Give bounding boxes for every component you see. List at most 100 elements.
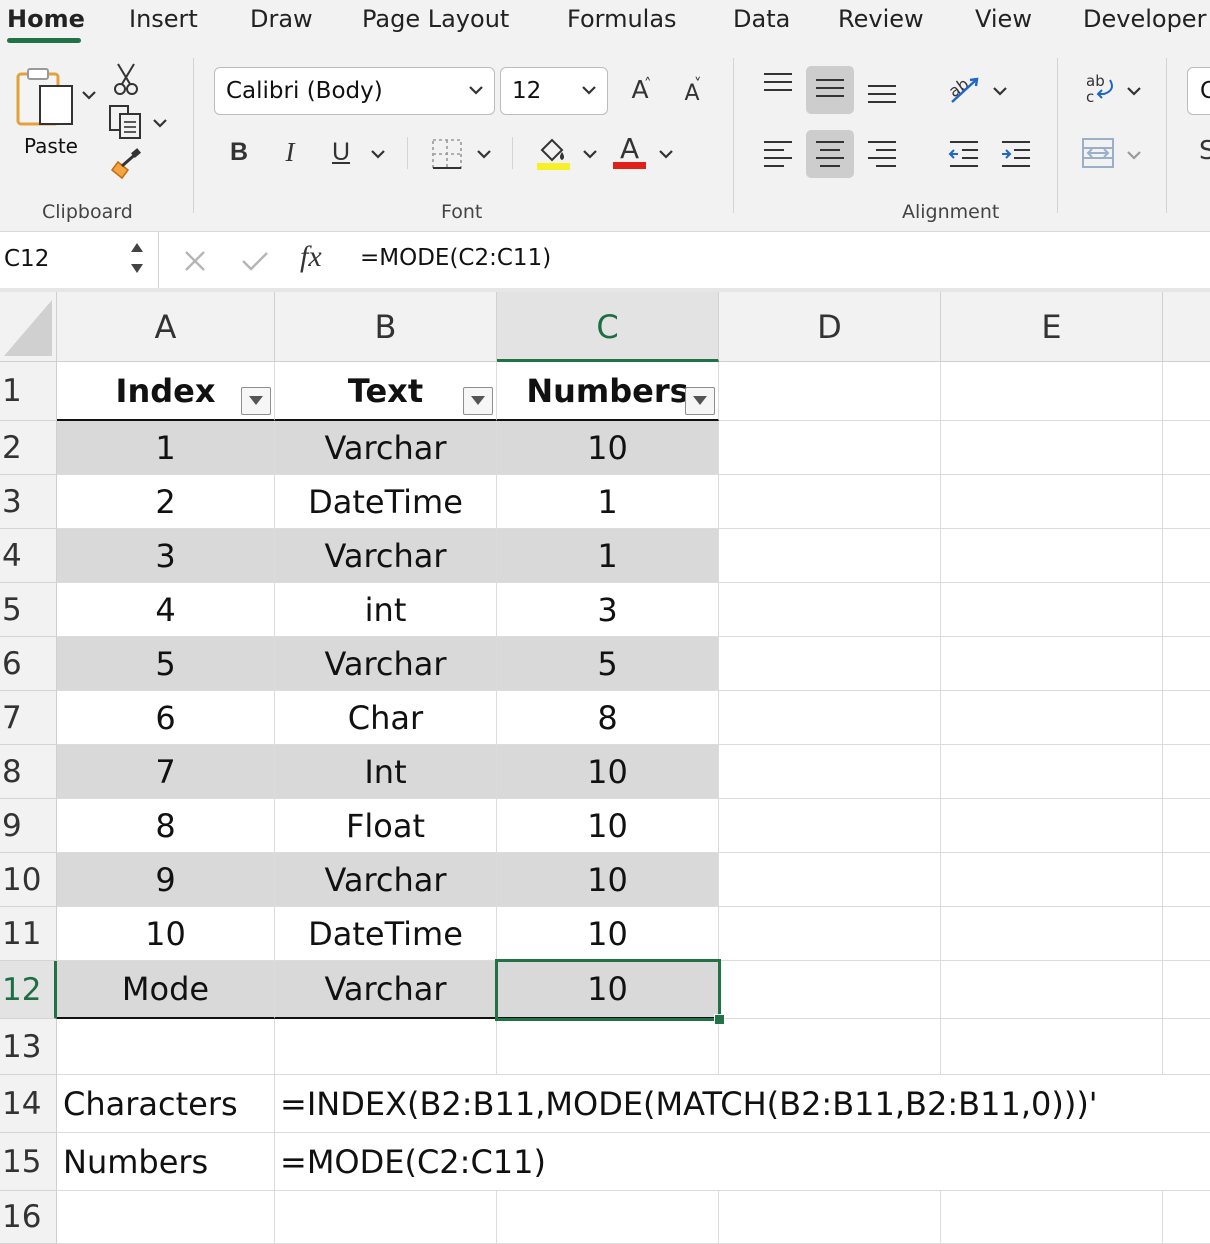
cell[interactable]: [1163, 362, 1210, 421]
empty-cell[interactable]: [1163, 421, 1210, 475]
empty-cell[interactable]: [1163, 475, 1210, 529]
empty-cell[interactable]: [719, 745, 941, 799]
wrap-text-dropdown-chevron-icon[interactable]: [1126, 85, 1142, 97]
font-name-dropdown[interactable]: Calibri (Body): [214, 67, 495, 115]
empty-cell[interactable]: [1163, 745, 1210, 799]
table-cell[interactable]: Float: [275, 799, 497, 853]
empty-cell[interactable]: [941, 961, 1163, 1019]
empty-cell[interactable]: [1163, 907, 1210, 961]
tab-home[interactable]: Home: [7, 5, 85, 33]
increase-font-size-button[interactable]: A ˄: [624, 75, 656, 105]
increase-indent-icon[interactable]: [1000, 140, 1032, 168]
table-cell[interactable]: 7: [57, 745, 275, 799]
fill-color-dropdown-chevron-icon[interactable]: [582, 148, 598, 160]
paste-icon[interactable]: [16, 64, 76, 128]
empty-cell[interactable]: [719, 421, 941, 475]
empty-cell[interactable]: [719, 907, 941, 961]
filter-dropdown-button[interactable]: [685, 387, 715, 415]
empty-cell[interactable]: [275, 1019, 497, 1075]
row-header-7[interactable]: 7: [0, 691, 57, 745]
formula-input[interactable]: =MODE(C2:C11): [360, 245, 551, 271]
filter-dropdown-button[interactable]: [463, 387, 493, 415]
tab-review[interactable]: Review: [838, 5, 924, 33]
copy-icon[interactable]: [108, 104, 144, 140]
row-header-2[interactable]: 2: [0, 421, 57, 475]
top-align-icon[interactable]: [762, 72, 794, 96]
empty-cell[interactable]: [941, 691, 1163, 745]
column-header-c[interactable]: C: [497, 292, 719, 362]
empty-cell[interactable]: [497, 1191, 719, 1244]
tab-data[interactable]: Data: [733, 5, 790, 33]
table-cell[interactable]: 10: [497, 799, 719, 853]
merge-center-dropdown-chevron-icon[interactable]: [1126, 149, 1142, 161]
decrease-font-size-button[interactable]: A ˅: [676, 75, 708, 109]
empty-cell[interactable]: [941, 529, 1163, 583]
tab-formulas[interactable]: Formulas: [567, 5, 677, 33]
align-left-icon[interactable]: [762, 140, 794, 168]
empty-cell[interactable]: [941, 907, 1163, 961]
table-cell[interactable]: 5: [57, 637, 275, 691]
empty-cell[interactable]: [1163, 961, 1210, 1019]
font-color-button[interactable]: A: [613, 132, 647, 172]
table-cell[interactable]: 5: [497, 637, 719, 691]
empty-cell[interactable]: [719, 583, 941, 637]
paste-dropdown-chevron-icon[interactable]: [81, 89, 97, 101]
row-header-10[interactable]: 10: [0, 853, 57, 907]
fill-handle[interactable]: [714, 1014, 725, 1025]
column-header-a[interactable]: A: [57, 292, 275, 362]
empty-cell[interactable]: [57, 1191, 275, 1244]
tab-view[interactable]: View: [975, 5, 1032, 33]
table-cell[interactable]: int: [275, 583, 497, 637]
italic-button[interactable]: I: [276, 137, 304, 167]
middle-align-icon[interactable]: [814, 78, 846, 102]
tab-page-layout[interactable]: Page Layout: [362, 5, 509, 33]
table-cell[interactable]: 10: [497, 853, 719, 907]
copy-dropdown-chevron-icon[interactable]: [152, 117, 168, 129]
table-cell[interactable]: 1: [497, 475, 719, 529]
table-cell[interactable]: 10: [497, 745, 719, 799]
table-cell[interactable]: DateTime: [275, 907, 497, 961]
row-header-16[interactable]: 16: [0, 1191, 57, 1244]
empty-cell[interactable]: [719, 799, 941, 853]
empty-cell[interactable]: [941, 475, 1163, 529]
table-cell[interactable]: 10: [497, 907, 719, 961]
table-cell[interactable]: 10: [497, 421, 719, 475]
total-row-cell[interactable]: Varchar: [275, 961, 497, 1019]
table-cell[interactable]: 9: [57, 853, 275, 907]
fill-color-icon[interactable]: [536, 134, 572, 172]
table-cell[interactable]: 3: [497, 583, 719, 637]
empty-cell[interactable]: [1163, 1019, 1210, 1075]
empty-cell[interactable]: [719, 637, 941, 691]
format-painter-icon[interactable]: [108, 148, 144, 182]
row-header-5[interactable]: 5: [0, 583, 57, 637]
cell[interactable]: [941, 362, 1163, 421]
empty-cell[interactable]: [719, 475, 941, 529]
row-header-6[interactable]: 6: [0, 637, 57, 691]
table-cell[interactable]: Int: [275, 745, 497, 799]
empty-cell[interactable]: [719, 1191, 941, 1244]
table-cell[interactable]: Varchar: [275, 637, 497, 691]
empty-cell[interactable]: [719, 691, 941, 745]
decrease-indent-icon[interactable]: [948, 140, 980, 168]
borders-dropdown-chevron-icon[interactable]: [476, 148, 492, 160]
empty-cell[interactable]: [941, 583, 1163, 637]
font-color-dropdown-chevron-icon[interactable]: [658, 148, 674, 160]
tab-developer[interactable]: Developer: [1083, 5, 1206, 33]
empty-cell[interactable]: [719, 961, 941, 1019]
empty-cell[interactable]: [275, 1191, 497, 1244]
column-header-e[interactable]: E: [941, 292, 1163, 362]
align-center-icon[interactable]: [814, 140, 846, 168]
cut-icon[interactable]: [112, 62, 140, 96]
table-cell[interactable]: Varchar: [275, 853, 497, 907]
empty-cell[interactable]: [1163, 1191, 1210, 1244]
row-header-1[interactable]: 1: [0, 362, 57, 421]
note-label-cell[interactable]: Characters: [57, 1075, 275, 1133]
empty-cell[interactable]: [941, 421, 1163, 475]
orientation-icon[interactable]: ab: [946, 72, 982, 106]
bold-button[interactable]: B: [225, 137, 253, 167]
font-size-dropdown[interactable]: 12: [500, 67, 608, 115]
empty-cell[interactable]: [941, 1019, 1163, 1075]
empty-cell[interactable]: [941, 799, 1163, 853]
number-format-dropdown[interactable]: G: [1187, 67, 1210, 115]
empty-cell[interactable]: [497, 1019, 719, 1075]
